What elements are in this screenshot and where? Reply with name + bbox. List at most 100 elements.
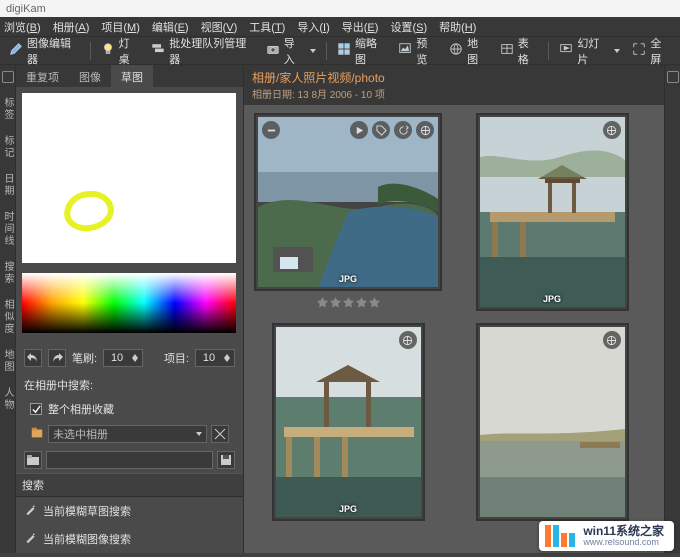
pencil-icon (9, 42, 23, 59)
tags-tab[interactable]: 标签 (0, 97, 15, 121)
watermark: win11系统之家 www.relsound.com (539, 521, 674, 551)
folder-button[interactable] (24, 451, 42, 469)
main-toolbar: 图像编辑器 灯桌 批处理队列管理器 导入 缩略图 预览 地图 表格 幻灯片 全屏 (0, 37, 680, 65)
timeline-tab[interactable]: 时间线 (0, 211, 15, 247)
tag-button[interactable] (372, 121, 390, 139)
date-tab[interactable]: 日期 (0, 173, 15, 197)
tab-duplicates[interactable]: 重复项 (16, 65, 69, 87)
left-tab-strip: 标签 标记 日期 时间线 搜索 相似度 地图 人物 (0, 65, 16, 553)
thumbnail-frame (476, 323, 629, 521)
rotate-button[interactable] (394, 121, 412, 139)
sidebar-tabs: 重复项 图像 草图 (16, 65, 243, 87)
fullscreen-icon (632, 42, 646, 59)
image-editor-button[interactable]: 图像编辑器 (4, 32, 85, 70)
map-tab[interactable]: 地图 (0, 349, 15, 373)
properties-tab-icon[interactable] (667, 71, 679, 83)
watermark-title: win11系统之家 (583, 525, 664, 538)
reset-album-button[interactable] (211, 425, 229, 443)
thumbnail-frame: JPG (476, 113, 629, 311)
brush-label: 笔刷: (72, 350, 97, 366)
search-section-header[interactable]: 搜索 (16, 473, 243, 497)
thumbnail-card[interactable]: JPG (248, 319, 448, 525)
preview-button[interactable]: 预览 (393, 32, 442, 70)
brush-size-stepper[interactable] (103, 349, 143, 367)
search-tab[interactable]: 搜索 (0, 261, 15, 285)
map-button[interactable]: 地图 (444, 32, 493, 70)
wand-icon (24, 531, 37, 547)
whole-album-label: 整个相册收藏 (48, 401, 114, 417)
left-sidebar: 重复项 图像 草图 笔刷: 项目: 在相册中搜索: (16, 65, 244, 553)
bulb-icon (101, 42, 115, 59)
separator (326, 42, 327, 60)
gallery-view: 相册/家人照片视频/photo 相册日期: 13 8月 2006 - 10 项 (244, 65, 664, 553)
sketch-controls: 笔刷: 项目: (16, 343, 243, 373)
thumbnail-frame: JPG (272, 323, 425, 521)
table-button[interactable]: 表格 (495, 32, 544, 70)
fullscreen-button[interactable]: 全屏 (627, 32, 676, 70)
tab-image[interactable]: 图像 (69, 65, 111, 87)
fuzzy-image-search[interactable]: 当前模糊图像搜索 (16, 525, 243, 553)
queue-icon (151, 42, 165, 59)
album-select[interactable]: 未选中相册 (48, 425, 207, 443)
breadcrumb-path: 相册/家人照片视频/photo (252, 69, 656, 86)
sketch-canvas[interactable] (22, 93, 236, 263)
similarity-tab[interactable]: 相似度 (0, 299, 15, 335)
format-badge: JPG (339, 274, 357, 284)
dropdown-arrow-icon (310, 49, 316, 53)
redo-button[interactable] (48, 349, 66, 367)
zoom-out-button[interactable] (262, 121, 280, 139)
geo-button[interactable] (416, 121, 434, 139)
light-table-button[interactable]: 灯桌 (96, 32, 145, 70)
color-picker[interactable] (22, 273, 236, 333)
whole-album-checkbox[interactable] (30, 403, 42, 415)
tab-sketch[interactable]: 草图 (111, 65, 153, 87)
globe-icon (449, 42, 463, 59)
items-label: 项目: (164, 350, 189, 366)
file-path-input[interactable] (46, 451, 213, 469)
thumbnail-card[interactable] (452, 319, 652, 525)
app-title: digiKam (6, 3, 46, 15)
search-in-albums-label: 在相册中搜索: (16, 373, 243, 397)
right-tab-strip (664, 65, 680, 553)
album-icon (30, 426, 44, 443)
format-badge: JPG (543, 294, 561, 304)
geo-button[interactable] (399, 331, 417, 349)
geo-button[interactable] (603, 331, 621, 349)
preview-icon (398, 42, 412, 59)
wand-icon (24, 503, 37, 519)
rating-stars[interactable] (317, 297, 380, 308)
fuzzy-sketch-search[interactable]: 当前模糊草图搜索 (16, 497, 243, 525)
watermark-logo (545, 525, 577, 547)
brush-size-input[interactable] (104, 351, 130, 365)
items-stepper[interactable] (195, 349, 235, 367)
items-input[interactable] (196, 351, 222, 365)
albums-tab-icon[interactable] (2, 71, 14, 83)
format-badge: JPG (339, 504, 357, 514)
album-date-info: 相册日期: 13 8月 2006 - 10 项 (252, 86, 656, 101)
chevron-down-icon (196, 432, 202, 436)
slideshow-button[interactable]: 幻灯片 (554, 32, 625, 70)
undo-button[interactable] (24, 349, 42, 367)
breadcrumb: 相册/家人照片视频/photo 相册日期: 13 8月 2006 - 10 项 (244, 65, 664, 105)
sketch-drawing (62, 188, 116, 233)
window-titlebar: digiKam (0, 0, 680, 17)
thumbnail-frame: JPG (254, 113, 442, 291)
labels-tab[interactable]: 标记 (0, 135, 15, 159)
people-tab[interactable]: 人物 (0, 387, 15, 411)
thumbnails-button[interactable]: 缩略图 (332, 32, 391, 70)
camera-icon (266, 42, 280, 59)
watermark-url: www.relsound.com (583, 538, 664, 547)
play-button[interactable] (350, 121, 368, 139)
thumbnail-grid: JPG (244, 105, 664, 553)
separator (90, 42, 91, 60)
dropdown-arrow-icon (614, 49, 620, 53)
separator (548, 42, 549, 60)
batch-queue-button[interactable]: 批处理队列管理器 (146, 32, 259, 70)
slideshow-icon (559, 42, 573, 59)
save-button[interactable] (217, 451, 235, 469)
geo-button[interactable] (603, 121, 621, 139)
thumbnail-card[interactable]: JPG (452, 109, 652, 315)
import-button[interactable]: 导入 (261, 32, 321, 70)
grid-icon (337, 42, 351, 59)
thumbnail-card[interactable]: JPG (248, 109, 448, 315)
